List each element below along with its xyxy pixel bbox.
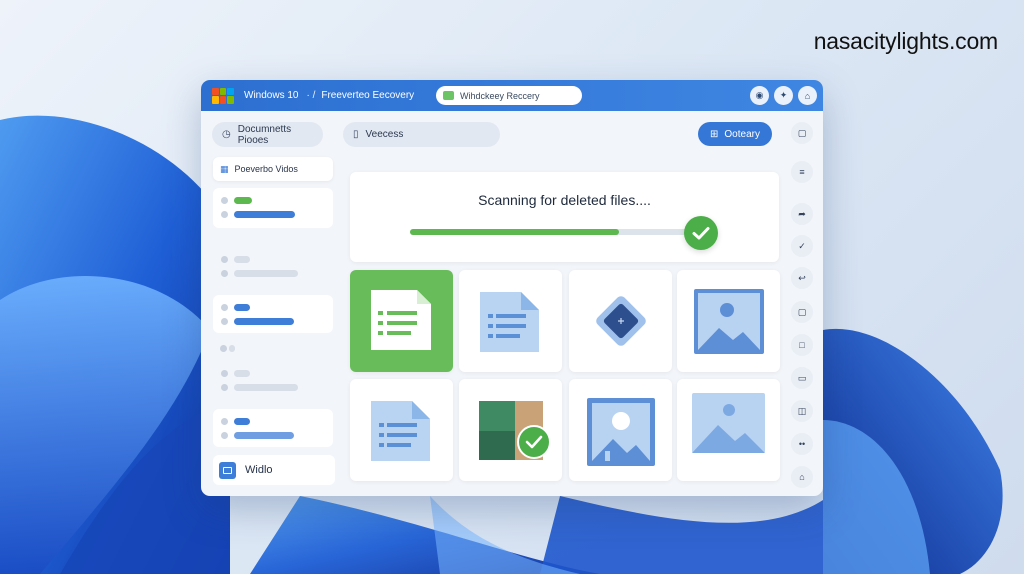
document-icon	[480, 292, 539, 352]
image-icon	[587, 398, 655, 466]
rail-share-icon[interactable]: ➦	[791, 203, 813, 225]
sidebar-item[interactable]	[213, 342, 333, 392]
rail-square-icon[interactable]: ▢	[791, 301, 813, 323]
title-search-field[interactable]: Wihdckeey Reccery	[436, 86, 582, 105]
window-controls: ◉ ✦ ⌂	[750, 86, 817, 105]
file-tile-image[interactable]	[677, 270, 780, 372]
windows-logo-icon	[212, 87, 234, 104]
document-icon	[371, 401, 430, 461]
scan-status-text: Scanning for deleted files....	[478, 192, 651, 208]
scan-progress-fill	[410, 229, 619, 235]
recovery-button[interactable]: ⊞ Ooteary	[698, 122, 772, 146]
diamond-file-icon	[596, 296, 646, 346]
file-tile-image[interactable]	[569, 379, 672, 481]
scan-progress-bar	[410, 229, 700, 235]
rail-more-icon[interactable]: ••	[791, 433, 813, 455]
home-icon[interactable]: ⌂	[798, 86, 817, 105]
clock-icon: ◷	[222, 129, 231, 140]
rail-undo-icon[interactable]: ↩	[791, 267, 813, 289]
location-label: Documnetts Piooes	[237, 123, 292, 146]
recovery-app-window: Windows 10 · / Freeverteo Eecovery Wihdc…	[201, 80, 823, 496]
filter-label: Veecess	[365, 129, 404, 140]
sidebar-item[interactable]	[213, 409, 333, 447]
file-tile-document-selected[interactable]	[350, 270, 453, 372]
file-tile-document[interactable]	[459, 270, 562, 372]
file-tile-photo-recovered[interactable]	[459, 379, 562, 481]
scan-status-card: Scanning for deleted files....	[350, 172, 779, 262]
title-bar: Windows 10 · / Freeverteo Eecovery Wihdc…	[201, 80, 823, 111]
file-tile-archive[interactable]	[569, 270, 672, 372]
rail-drive-icon[interactable]: ▭	[791, 367, 813, 389]
sidebar-item[interactable]	[213, 188, 333, 228]
title-separator: · /	[306, 90, 316, 101]
settings-icon[interactable]: ◉	[750, 86, 769, 105]
file-tile-document[interactable]	[350, 379, 453, 481]
folder-icon	[219, 461, 236, 479]
app-name: Freeverteo Eecovery	[321, 90, 415, 101]
recovery-button-label: Ooteary	[724, 128, 760, 140]
image-icon	[692, 393, 765, 453]
rail-columns-icon[interactable]: ◫	[791, 400, 813, 422]
image-icon	[694, 289, 764, 354]
rail-panel-icon[interactable]: ▢	[791, 122, 813, 144]
search-app-icon	[443, 91, 454, 100]
rail-home-icon[interactable]: ⌂	[791, 466, 813, 488]
title-search-value: Wihdckeey Reccery	[460, 90, 540, 101]
sidebar-item[interactable]	[213, 250, 333, 284]
watermark-text: nasacitylights.com	[813, 28, 999, 54]
file-tile-image[interactable]	[677, 379, 780, 481]
filter-dropdown[interactable]: ▯ Veecess	[343, 122, 500, 147]
sidebar-footer-label: Widlo	[245, 464, 273, 476]
sidebar-footer-item[interactable]: Widlo	[213, 455, 335, 485]
export-icon: ⊞	[710, 128, 719, 140]
rail-menu-icon[interactable]: ≡	[791, 161, 813, 183]
rail-frame-icon[interactable]: □	[791, 334, 813, 356]
file-icon: ▯	[353, 129, 359, 140]
sidebar-item[interactable]	[213, 295, 333, 333]
sidebar-header-item[interactable]: ▦ Poeverbo Vidos	[213, 157, 333, 181]
document-icon	[371, 290, 431, 350]
video-icon: ▦	[220, 163, 229, 174]
options-icon[interactable]: ✦	[774, 86, 793, 105]
sidebar-header-label: Poeverbo Vidos	[234, 164, 298, 174]
checkmark-icon	[684, 216, 718, 250]
location-dropdown[interactable]: ◷ Documnetts Piooes	[212, 122, 323, 147]
window-title: Windows 10	[244, 90, 299, 101]
rail-check-icon[interactable]: ✓	[791, 235, 813, 257]
photo-icon	[479, 401, 551, 460]
